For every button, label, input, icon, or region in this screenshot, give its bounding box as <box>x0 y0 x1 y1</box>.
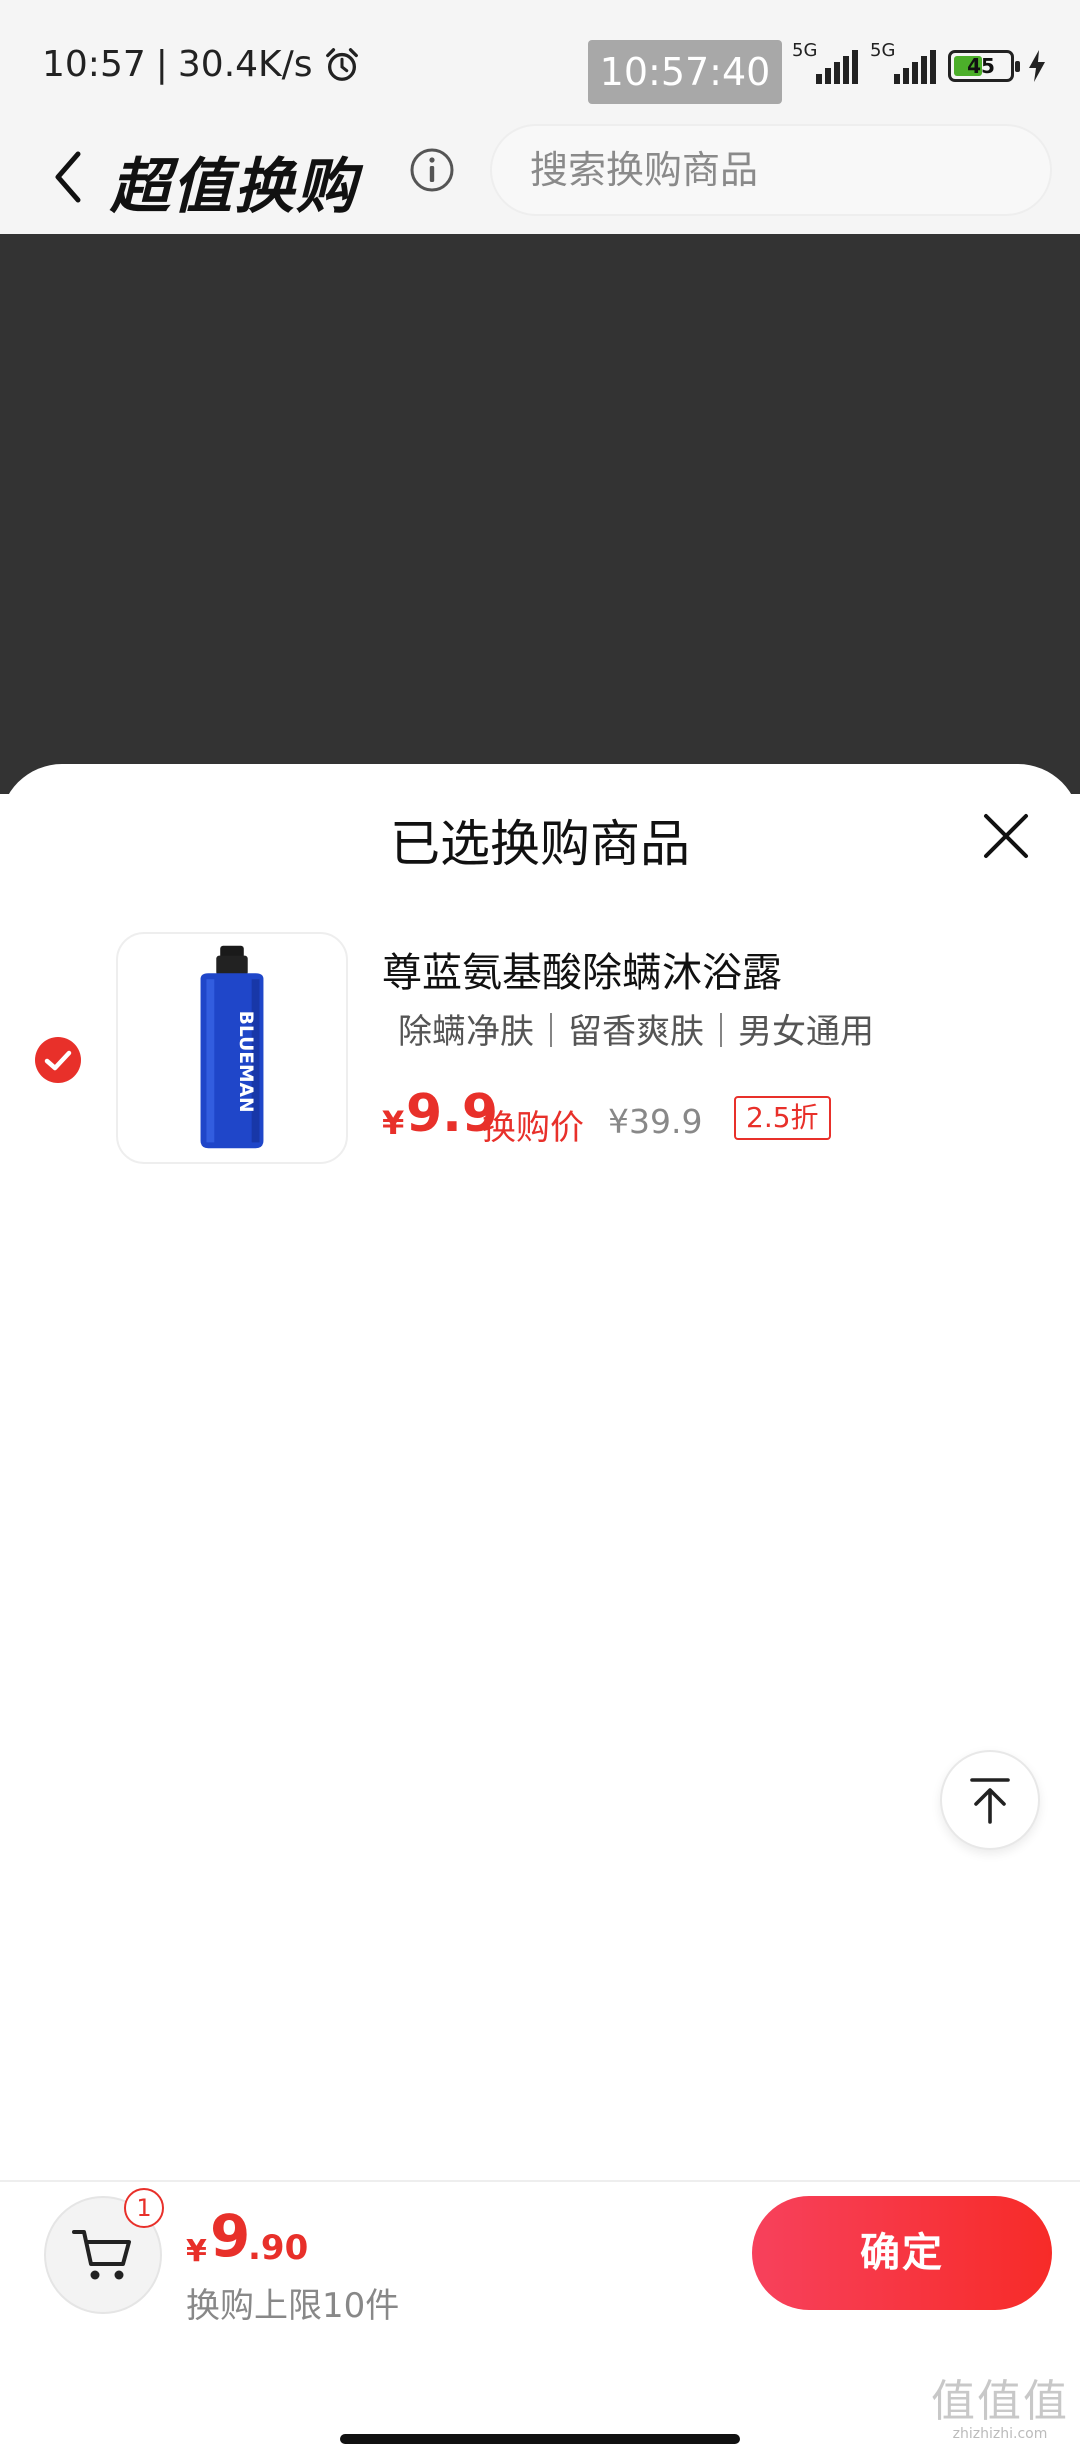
close-icon[interactable] <box>980 810 1032 862</box>
watermark-url: zhizhizhi.com <box>952 2426 1048 2442</box>
network-5g-2: 5G <box>870 40 936 86</box>
back-to-top-button[interactable] <box>940 1750 1040 1850</box>
price-currency: ¥ <box>382 1104 405 1142</box>
bottle-brand-text: BLUEMAN <box>235 1011 256 1113</box>
search-input[interactable]: 搜索换购商品 <box>490 124 1052 216</box>
exchange-price-label: 换购价 <box>482 1108 584 1148</box>
check-circle-icon[interactable] <box>34 1036 82 1084</box>
watermark: 值值值 zhizhizhi.com <box>930 2378 1070 2450</box>
cart-count-badge: 1 <box>124 2188 164 2228</box>
info-circle-icon[interactable] <box>408 146 456 194</box>
header: 超值换购 搜索换购商品 <box>0 120 1080 234</box>
discount-badge: 2.5折 <box>734 1096 831 1140</box>
signal-bars-icon <box>894 50 936 84</box>
page-title: 超值换购 <box>110 152 358 222</box>
product-name: 尊蓝氨基酸除螨沐浴露 <box>382 950 782 996</box>
price-line: ¥ 9.9 换购价 ¥39.9 2.5折 <box>382 1082 1032 1148</box>
modal-backdrop[interactable] <box>0 234 1080 794</box>
network-5g-1: 5G <box>792 40 858 86</box>
bolt-icon <box>1029 50 1045 82</box>
total-price-decimal: .90 <box>248 2228 309 2268</box>
total-currency: ¥ <box>186 2234 207 2269</box>
product-image[interactable]: BLUEMAN <box>116 932 348 1164</box>
status-bar: 10:57 | 30.4K/s 1 2 5G 5G 45 <box>0 0 1080 130</box>
chevron-left-icon[interactable] <box>46 144 90 210</box>
total-price-integer: 9 <box>210 2202 251 2270</box>
network-label-1: 5G <box>792 40 818 61</box>
time-overlay: 10:57:40 <box>588 40 782 104</box>
exchange-limit-text: 换购上限10件 <box>186 2286 400 2326</box>
status-right: 1 2 5G 5G 45 <box>736 40 1048 88</box>
watermark-logo: 值值值 <box>931 2376 1069 2427</box>
battery-level: 45 <box>967 54 995 78</box>
sheet-title: 已选换购商品 <box>390 815 690 873</box>
alarm-clock-icon <box>325 47 358 81</box>
confirm-button[interactable]: 确定 <box>752 2196 1052 2310</box>
network-speed: 30.4K/s <box>177 44 313 85</box>
original-price: ¥39.9 <box>608 1102 703 1141</box>
signal-bars-icon <box>816 50 858 84</box>
list-item[interactable]: BLUEMAN 尊蓝氨基酸除螨沐浴露 除螨净肤｜留香爽肤｜男女通用 ¥ 9.9 … <box>0 932 1080 1172</box>
status-left: 10:57 | 30.4K/s <box>42 44 361 85</box>
network-label-2: 5G <box>870 40 896 61</box>
bottle-image: BLUEMAN <box>200 945 264 1149</box>
home-indicator[interactable] <box>340 2434 740 2444</box>
shopping-cart-icon <box>72 2230 131 2280</box>
arrow-to-top-icon <box>970 1778 1010 1824</box>
battery-icon: 45 <box>948 50 1020 82</box>
status-divider: | <box>155 44 168 85</box>
status-time: 10:57 <box>42 44 146 85</box>
product-tags: 除螨净肤｜留香爽肤｜男女通用 <box>398 1012 874 1052</box>
bottom-bar: 1 ¥ 9 .90 换购上限10件 确定 <box>0 2180 1080 2460</box>
